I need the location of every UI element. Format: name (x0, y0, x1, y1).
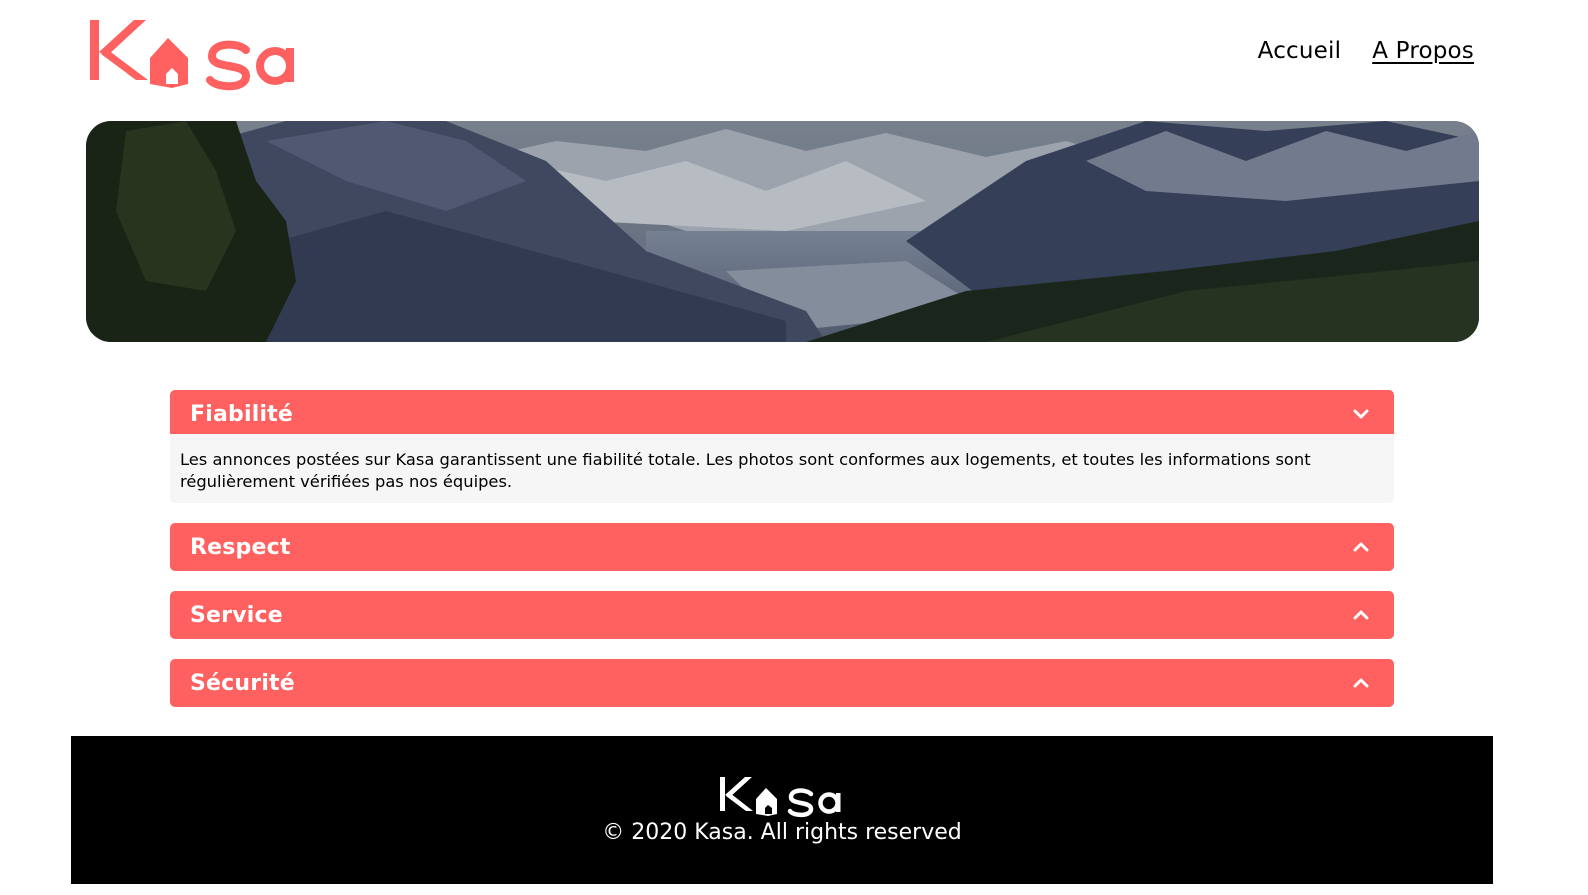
collapse-header-service[interactable]: Service (170, 591, 1394, 639)
nav-link-a-propos[interactable]: A Propos (1372, 38, 1474, 64)
collapse-header-respect[interactable]: Respect (170, 523, 1394, 571)
collapse-fiabilite: Fiabilité Les annonces postées sur Kasa … (170, 390, 1394, 503)
collapse-header-fiabilite[interactable]: Fiabilité (170, 390, 1394, 438)
kasa-logo[interactable] (88, 14, 308, 94)
about-collapses: Fiabilité Les annonces postées sur Kasa … (170, 390, 1394, 727)
site-header: Accueil A Propos (0, 0, 1588, 110)
collapse-header-securite[interactable]: Sécurité (170, 659, 1394, 707)
chevron-down-icon[interactable] (1350, 403, 1372, 425)
chevron-up-icon[interactable] (1350, 536, 1372, 558)
copyright-text: © 2020 Kasa. All rights reserved (602, 820, 962, 845)
site-footer: © 2020 Kasa. All rights reserved (71, 736, 1493, 884)
collapse-title: Service (190, 602, 283, 628)
collapse-title: Fiabilité (190, 401, 294, 427)
kasa-footer-logo (719, 773, 847, 819)
collapse-respect: Respect (170, 523, 1394, 571)
main-nav: Accueil A Propos (1258, 38, 1474, 64)
collapse-text: Les annonces postées sur Kasa garantisse… (180, 450, 1311, 491)
chevron-up-icon[interactable] (1350, 604, 1372, 626)
collapse-title: Sécurité (190, 670, 295, 696)
collapse-securite: Sécurité (170, 659, 1394, 707)
chevron-up-icon[interactable] (1350, 672, 1372, 694)
collapse-service: Service (170, 591, 1394, 639)
nav-link-accueil[interactable]: Accueil (1258, 38, 1342, 64)
collapse-title: Respect (190, 534, 291, 560)
hero-banner-image (86, 121, 1479, 342)
collapse-content-fiabilite: Les annonces postées sur Kasa garantisse… (170, 434, 1394, 503)
